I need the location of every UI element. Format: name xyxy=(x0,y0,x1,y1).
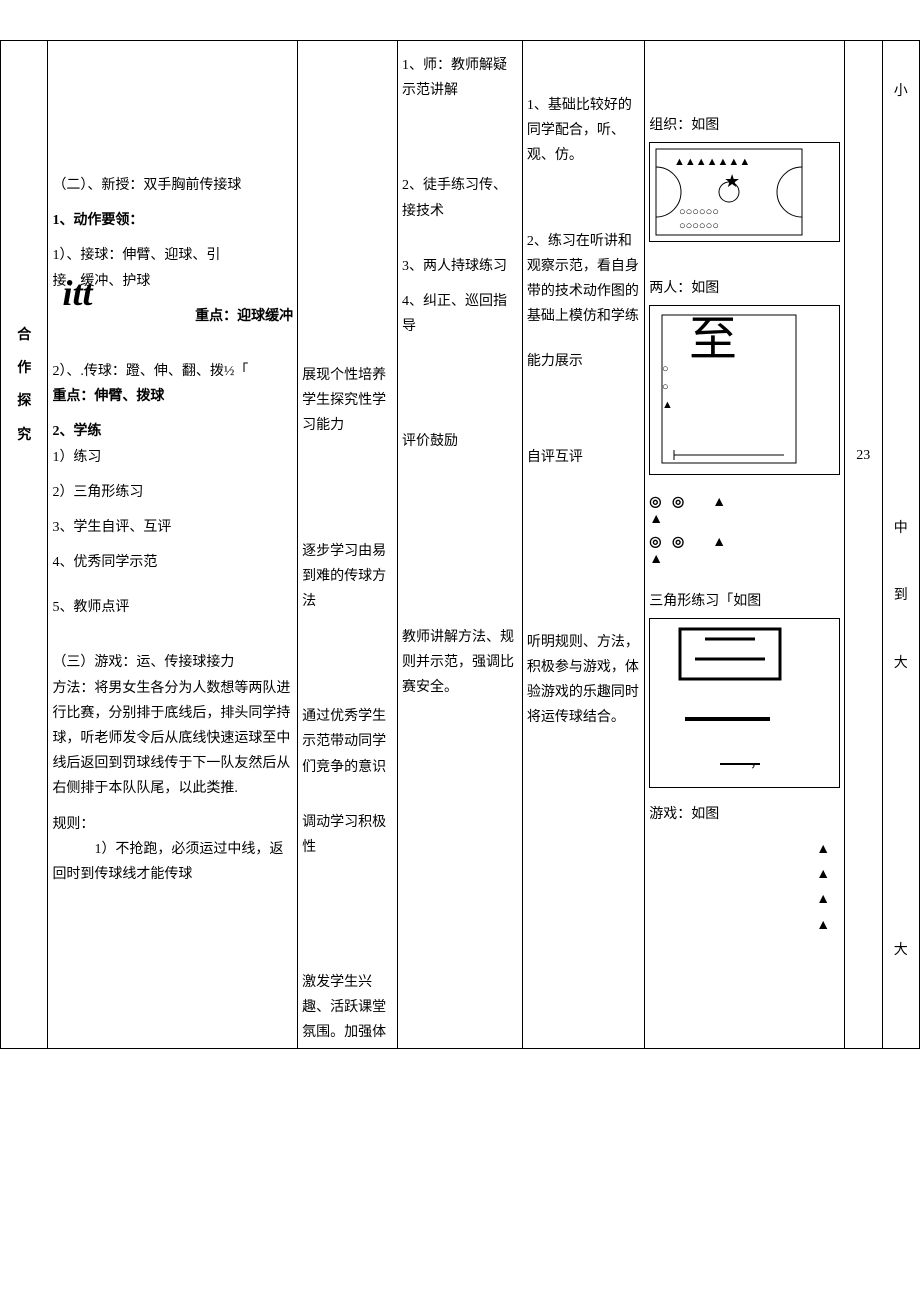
court-svg-1: ▲▲▲▲▲▲▲ ★ ○○○○○○ ○○○○○○ xyxy=(654,147,804,237)
point1-title: 1、动作要领： xyxy=(52,208,293,233)
point1-2: 2）、.传球：蹬、伸、翻、拨½「 xyxy=(52,359,293,384)
intensity-r3: 到 xyxy=(887,583,916,608)
student-2: 2、练习在听讲和观察示范，看自身带的技术动作图的基础上模仿和学练 xyxy=(527,229,640,330)
diagram3-label: 三角形练习「如图 xyxy=(649,589,840,614)
student-cell: 1、基础比较好的同学配合，听、观、仿。 2、练习在听讲和观察示范，看自身带的技术… xyxy=(522,41,644,1049)
point1-2-key: 重点：伸臂、拨球 xyxy=(52,384,293,409)
sec3-title: （三）游戏：运、传接球接力 xyxy=(52,650,293,675)
point4: 4、优秀同学示范 xyxy=(52,550,293,575)
sec3-rule1: 1）不抢跑，必须运过中线，返回时到传球线才能传球 xyxy=(52,837,293,887)
svg-text:○○○○○○: ○○○○○○ xyxy=(679,206,719,218)
intent-1: 展现个性培养学生探究性学习能力 xyxy=(302,363,393,439)
side-char-4: 究 xyxy=(5,423,43,448)
intent-4: 调动学习积极性 xyxy=(302,810,393,860)
game-markers: ▲ ▲ ▲ ▲ xyxy=(649,837,840,938)
intent-5: 激发学生兴趣、活跃课堂氛围。加强体 xyxy=(302,970,393,1046)
svg-text:○: ○ xyxy=(662,363,669,375)
teacher-4: 4、纠正、巡回指导 xyxy=(402,289,518,339)
point5: 5、教师点评 xyxy=(52,595,293,620)
svg-text:，: ， xyxy=(750,756,764,771)
diagram1-label: 组织：如图 xyxy=(649,113,840,138)
teacher-6: 教师讲解方法、规则并示范，强调比赛安全。 xyxy=(402,625,518,701)
teacher-cell: 1、师：教师解疑示范讲解 2、徒手练习传、接技术 3、两人持球练习 4、纠正、巡… xyxy=(398,41,523,1049)
svg-text:▲: ▲ xyxy=(662,399,673,411)
triangle-diagram: ， xyxy=(649,618,840,788)
lesson-plan-table: 合 作 探 究 （二）、新授：双手胸前传接球 1、动作要领： 1）、接球：伸臂、… xyxy=(0,40,920,1049)
itt-glyph: itt xyxy=(62,261,92,326)
student-5: 听明规则、方法，积极参与游戏，体验游戏的乐趣同时将运传球结合。 xyxy=(527,630,640,731)
student-4: 自评互评 xyxy=(527,445,640,470)
intensity-r5: 大 xyxy=(887,938,916,963)
point2-2: 2）三角形练习 xyxy=(52,480,293,505)
svg-text:▲▲▲▲▲▲▲: ▲▲▲▲▲▲▲ xyxy=(674,156,750,168)
court-svg-2: 至 ○ ○ ▲ xyxy=(654,310,804,470)
side-char-2: 作 xyxy=(5,356,43,381)
teacher-3: 3、两人持球练习 xyxy=(402,254,518,279)
time-value: 23 xyxy=(849,443,877,468)
teacher-1: 1、师：教师解疑示范讲解 xyxy=(402,53,518,103)
content-cell: （二）、新授：双手胸前传接球 1、动作要领： 1）、接球：伸臂、迎球、引 接、缓… xyxy=(48,41,298,1049)
student-3: 能力展示 xyxy=(527,349,640,374)
svg-text:★: ★ xyxy=(724,171,740,191)
diagram2-label: 两人：如图 xyxy=(649,276,840,301)
court-diagram-2: 至 ○ ○ ▲ xyxy=(649,305,840,475)
triangle-svg: ， xyxy=(650,619,800,789)
svg-text:○: ○ xyxy=(662,381,669,393)
sec3-rules-title: 规则： xyxy=(52,812,293,837)
intent-cell: 展现个性培养学生探究性学习能力 逐步学习由易到难的传球方法 通过优秀学生示范带动… xyxy=(298,41,398,1049)
teacher-2: 2、徒手练习传、接技术 xyxy=(402,173,518,223)
intent-2: 逐步学习由易到难的传球方法 xyxy=(302,539,393,615)
point1-key: 重点：迎球缓冲 xyxy=(195,309,293,324)
svg-text:○○○○○○: ○○○○○○ xyxy=(679,220,719,232)
side-char-3: 探 xyxy=(5,389,43,414)
side-char-1: 合 xyxy=(5,323,43,348)
two-person-rows: ◎ ◎ ▲ ▲ ◎ ◎ ▲ ▲ xyxy=(649,495,840,568)
sec3-method: 方法：将男女生各分为人数想等两队进行比赛，分别排于底线后，排头同学持球，听老师发… xyxy=(52,676,293,802)
student-1: 1、基础比较好的同学配合，听、观、仿。 xyxy=(527,93,640,169)
intensity-r2: 中 xyxy=(887,516,916,541)
diagram4-label: 游戏：如图 xyxy=(649,802,840,827)
time-cell: 23 xyxy=(845,41,882,1049)
intensity-r4: 大 xyxy=(887,651,916,676)
point3: 3、学生自评、互评 xyxy=(52,515,293,540)
court-diagram-1: ▲▲▲▲▲▲▲ ★ ○○○○○○ ○○○○○○ xyxy=(649,142,840,242)
side-label-cell: 合 作 探 究 xyxy=(1,41,48,1049)
sec2-title: （二）、新授：双手胸前传接球 xyxy=(52,173,293,198)
point2-title: 2、学练 xyxy=(52,419,293,444)
point2-1: 1）练习 xyxy=(52,445,293,470)
svg-text:至: 至 xyxy=(689,313,737,366)
intent-3: 通过优秀学生示范带动同学们竞争的意识 xyxy=(302,704,393,780)
diagram-cell: 组织：如图 ▲▲▲▲▲▲▲ ★ ○○○○○○ ○○○○○○ 两人：如图 至 ○ … xyxy=(645,41,845,1049)
intensity-cell: 小 中 到 大 大 xyxy=(882,41,920,1049)
intensity-r1: 小 xyxy=(887,79,916,104)
teacher-5: 评价鼓励 xyxy=(402,429,518,454)
